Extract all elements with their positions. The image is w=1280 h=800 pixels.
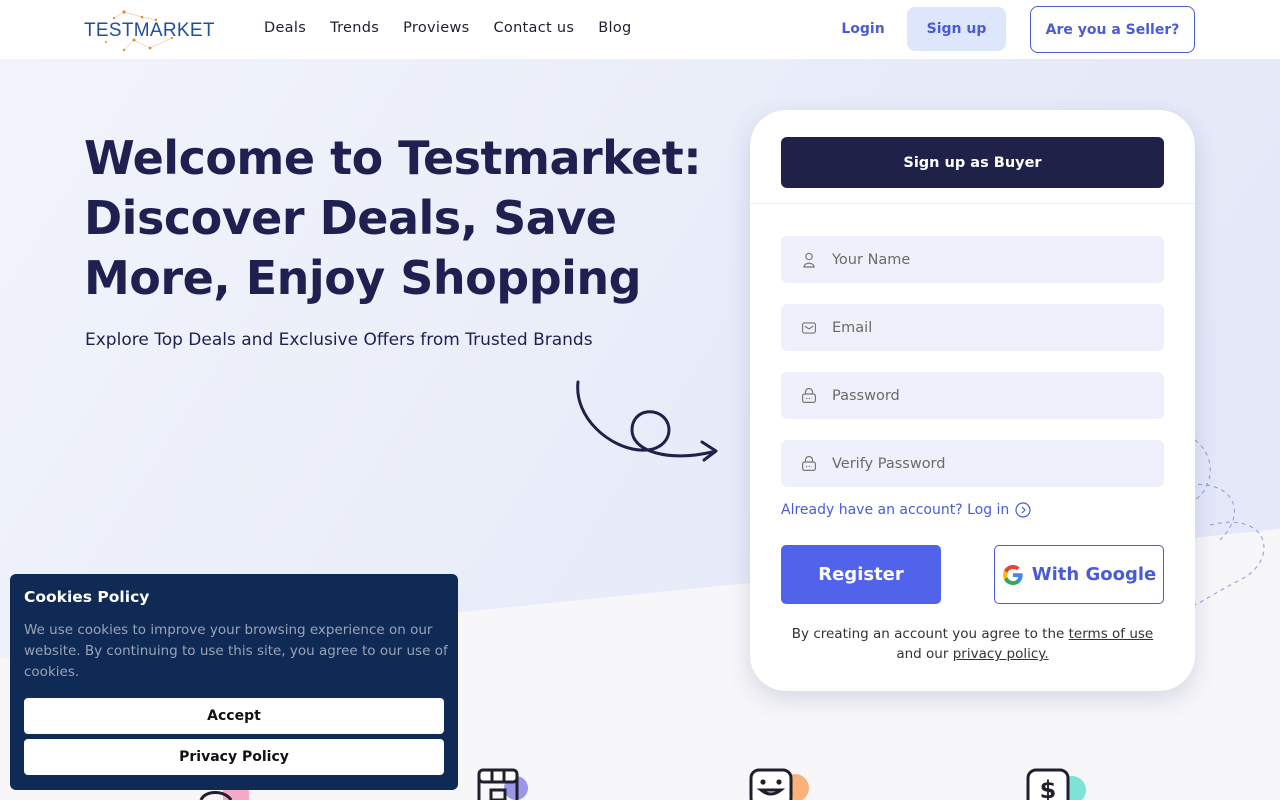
- seller-button[interactable]: Are you a Seller?: [1030, 6, 1195, 53]
- login-button[interactable]: Login: [832, 7, 894, 51]
- terms-prefix: By creating an account you agree to the: [791, 626, 1065, 642]
- mail-icon: [802, 320, 816, 336]
- signup-card: Sign up as Buyer Already have an account…: [750, 110, 1195, 691]
- name-field[interactable]: [781, 236, 1164, 283]
- google-signup-button[interactable]: With Google: [994, 545, 1164, 604]
- accept-cookies-button[interactable]: Accept: [24, 698, 444, 734]
- logo-text: TESTMARKET: [84, 20, 215, 41]
- hero-title: Welcome to Testmarket: Discover Deals, S…: [84, 131, 702, 305]
- nav-blog[interactable]: Blog: [598, 20, 631, 36]
- user-icon: [802, 252, 816, 268]
- lock-icon: [802, 456, 816, 472]
- hero-subtitle: Explore Top Deals and Exclusive Offers f…: [85, 330, 593, 350]
- terms-text: By creating an account you agree to the …: [770, 624, 1175, 664]
- logo[interactable]: TESTMARKET: [84, 8, 229, 54]
- google-icon: [1002, 564, 1023, 585]
- arrow-circle-icon: [1015, 502, 1031, 518]
- verify-password-input[interactable]: [832, 455, 1132, 472]
- nav-proviews[interactable]: Proviews: [403, 20, 469, 36]
- name-input[interactable]: [832, 251, 1132, 268]
- login-link-text: Already have an account? Log in: [781, 502, 1010, 518]
- password-field[interactable]: [781, 372, 1164, 419]
- password-input[interactable]: [832, 387, 1132, 404]
- terms-middle: and our: [896, 646, 949, 662]
- store-icon: [477, 768, 528, 800]
- card-divider: [750, 203, 1195, 204]
- dashed-decoration: [1189, 439, 1265, 606]
- verify-password-field[interactable]: [781, 440, 1164, 487]
- top-header: TESTMARKET Deals Trends Proviews Contact…: [0, 0, 1280, 59]
- email-input[interactable]: [832, 319, 1132, 336]
- login-link[interactable]: Already have an account? Log in: [781, 502, 1031, 518]
- email-field[interactable]: [781, 304, 1164, 351]
- signup-button[interactable]: Sign up: [907, 7, 1006, 51]
- swirl-arrow-icon: [576, 380, 718, 462]
- smile-icon: [749, 768, 809, 800]
- dollar-icon: $: [1026, 768, 1086, 800]
- cookie-title: Cookies Policy: [24, 588, 150, 606]
- cookie-banner: Cookies Policy We use cookies to improve…: [10, 574, 458, 790]
- privacy-policy-button[interactable]: Privacy Policy: [24, 739, 444, 775]
- lock-icon: [802, 388, 816, 404]
- nav-contact-us[interactable]: Contact us: [493, 20, 574, 36]
- terms-of-use-link[interactable]: terms of use: [1069, 626, 1154, 642]
- cookie-text: We use cookies to improve your browsing …: [24, 622, 448, 680]
- privacy-policy-link[interactable]: privacy policy.: [953, 646, 1049, 662]
- google-button-label: With Google: [1031, 564, 1157, 585]
- register-button[interactable]: Register: [781, 545, 941, 604]
- svg-text:$: $: [1040, 776, 1057, 800]
- nav-deals[interactable]: Deals: [264, 20, 306, 36]
- main-nav: Deals Trends Proviews Contact us Blog: [264, 20, 656, 36]
- signup-as-buyer-button[interactable]: Sign up as Buyer: [781, 137, 1164, 188]
- nav-trends[interactable]: Trends: [330, 20, 379, 36]
